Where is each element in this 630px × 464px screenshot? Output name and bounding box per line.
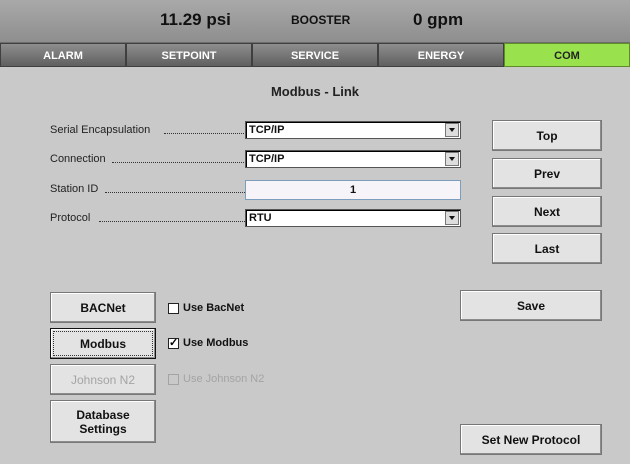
tab-alarm[interactable]: ALARM xyxy=(0,43,126,67)
leader-line xyxy=(112,162,244,163)
station-id-field[interactable]: 1 xyxy=(245,180,461,200)
protocol-select[interactable]: RTU xyxy=(245,209,461,227)
status-bar: 11.29 psi BOOSTER 0 gpm xyxy=(0,0,630,43)
leader-line xyxy=(99,221,245,222)
tab-com[interactable]: COM xyxy=(504,43,630,67)
use-modbus-label: Use Modbus xyxy=(183,337,249,349)
prev-button[interactable]: Prev xyxy=(492,158,602,189)
leader-line xyxy=(164,133,244,134)
connection-select[interactable]: TCP/IP xyxy=(245,150,461,168)
protocol-value: RTU xyxy=(249,212,272,224)
serial-encapsulation-label: Serial Encapsulation xyxy=(50,124,151,136)
bacnet-button[interactable]: BACNet xyxy=(50,292,156,323)
checkbox-box xyxy=(168,373,179,385)
mode-readout: BOOSTER xyxy=(291,13,351,27)
database-settings-button[interactable]: Database Settings xyxy=(50,400,156,443)
next-button[interactable]: Next xyxy=(492,196,602,227)
leader-line xyxy=(105,192,245,193)
pressure-readout: 11.29 psi xyxy=(160,10,231,29)
checkbox-box[interactable] xyxy=(168,336,179,349)
use-bacnet-label: Use BacNet xyxy=(183,302,245,314)
page-title: Modbus - Link xyxy=(270,84,360,99)
set-new-protocol-button[interactable]: Set New Protocol xyxy=(460,424,602,455)
tab-energy[interactable]: ENERGY xyxy=(378,43,504,67)
main-tabs: ALARM SETPOINT SERVICE ENERGY COM xyxy=(0,43,630,69)
chevron-down-icon[interactable] xyxy=(445,123,459,137)
use-modbus-checkbox[interactable]: Use Modbus xyxy=(168,336,249,349)
connection-value: TCP/IP xyxy=(249,153,285,165)
chevron-down-icon[interactable] xyxy=(445,211,459,225)
serial-encapsulation-select[interactable]: TCP/IP xyxy=(245,121,461,139)
top-button[interactable]: Top xyxy=(492,120,602,151)
station-id-label: Station ID xyxy=(50,183,99,195)
flow-readout: 0 gpm xyxy=(413,10,464,29)
save-button[interactable]: Save xyxy=(460,290,602,321)
chevron-down-icon[interactable] xyxy=(445,152,459,166)
use-johnson-n2-label: Use Johnson N2 xyxy=(183,373,265,385)
serial-encapsulation-value: TCP/IP xyxy=(249,124,285,136)
use-johnson-n2-checkbox: Use Johnson N2 xyxy=(168,373,264,385)
protocol-label: Protocol xyxy=(50,212,91,224)
tab-setpoint[interactable]: SETPOINT xyxy=(126,43,252,67)
connection-label: Connection xyxy=(50,153,106,165)
use-bacnet-checkbox[interactable]: Use BacNet xyxy=(168,302,244,314)
johnson-n2-button: Johnson N2 xyxy=(50,364,156,395)
checkbox-box[interactable] xyxy=(168,302,179,314)
modbus-button[interactable]: Modbus xyxy=(50,328,156,359)
tab-service[interactable]: SERVICE xyxy=(252,43,378,67)
last-button[interactable]: Last xyxy=(492,233,602,264)
